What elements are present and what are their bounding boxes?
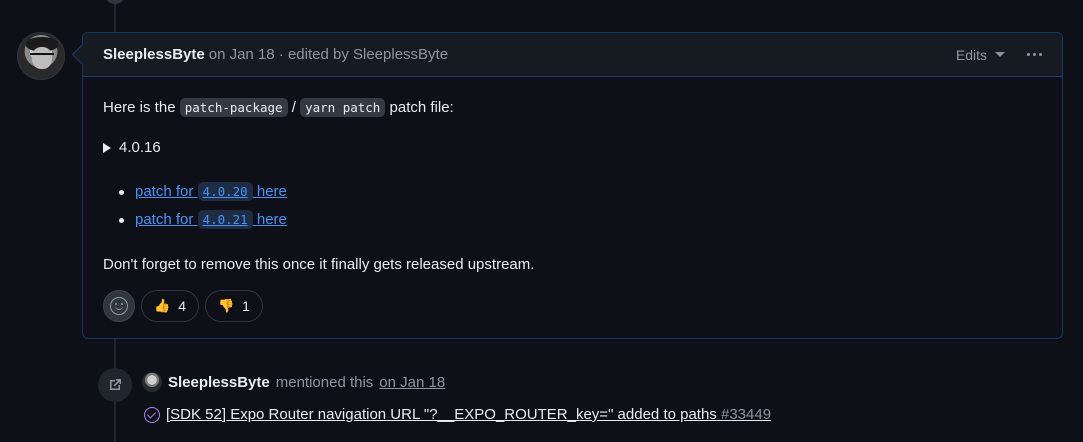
comment-body: Here is the patch-package / yarn patch p…: [83, 77, 1062, 322]
details-toggle[interactable]: 4.0.16: [103, 139, 1042, 156]
edits-label: Edits: [955, 46, 987, 63]
comment-author[interactable]: SleeplessByte: [103, 46, 205, 63]
issue-title-link[interactable]: [SDK 52] Expo Router navigation URL "?__…: [166, 406, 771, 423]
reaction-thumbs-down[interactable]: 👎 1: [204, 290, 263, 322]
event-date-link[interactable]: on Jan 18: [379, 374, 445, 391]
issue-number: #33449: [720, 406, 772, 423]
patch-list: patch for 4.0.20 here patch for 4.0.21 h…: [103, 178, 1042, 234]
list-item: patch for 4.0.21 here: [119, 206, 1042, 234]
disclosure-triangle-icon: [103, 142, 111, 153]
intro-text: Here is the patch-package / yarn patch p…: [103, 98, 454, 117]
reminder-text: Don't forget to remove this once it fina…: [103, 256, 535, 273]
thumbs-up-icon: 👍: [154, 298, 171, 313]
reaction-thumbs-up[interactable]: 👍 4: [141, 290, 199, 322]
reaction-count: 4: [178, 298, 186, 314]
smiley-icon: [110, 297, 128, 315]
details-summary: 4.0.16: [119, 139, 161, 156]
cross-reference-icon: [98, 368, 132, 402]
comment-meta[interactable]: on Jan 18 · edited by SleeplessByte: [209, 46, 448, 63]
kebab-horizontal-icon[interactable]: [1027, 53, 1042, 56]
edits-dropdown[interactable]: Edits: [956, 47, 1005, 63]
issue-closed-icon: [144, 406, 160, 423]
comment-card: SleeplessByte on Jan 18 · edited by Slee…: [82, 32, 1063, 339]
code-patch-package: patch-package: [179, 98, 288, 117]
reaction-count: 1: [242, 298, 250, 314]
comment-header: SleeplessByte on Jan 18 · edited by Slee…: [83, 33, 1062, 77]
thumbs-down-icon: 👎: [217, 298, 235, 313]
list-item: patch for 4.0.20 here: [119, 178, 1042, 206]
code-yarn-patch: yarn patch: [300, 98, 386, 117]
event-action: mentioned this: [275, 373, 374, 391]
reactions-bar: 👍 4 👎 1: [103, 290, 1042, 322]
author-avatar[interactable]: [17, 32, 65, 80]
event-author-avatar[interactable]: [142, 372, 162, 392]
mention-event: SleeplessByte mentioned this on Jan 18: [142, 372, 445, 392]
patch-link-4021[interactable]: patch for 4.0.21 here: [135, 210, 287, 229]
event-author[interactable]: SleeplessByte: [168, 374, 270, 391]
referenced-issue: [SDK 52] Expo Router navigation URL "?__…: [144, 406, 771, 423]
add-reaction-button[interactable]: [103, 290, 135, 322]
chevron-down-icon: [995, 52, 1005, 57]
timeline-line-top: [114, 0, 116, 32]
timeline-dot: [106, 0, 124, 4]
patch-link-4020[interactable]: patch for 4.0.20 here: [135, 182, 287, 201]
